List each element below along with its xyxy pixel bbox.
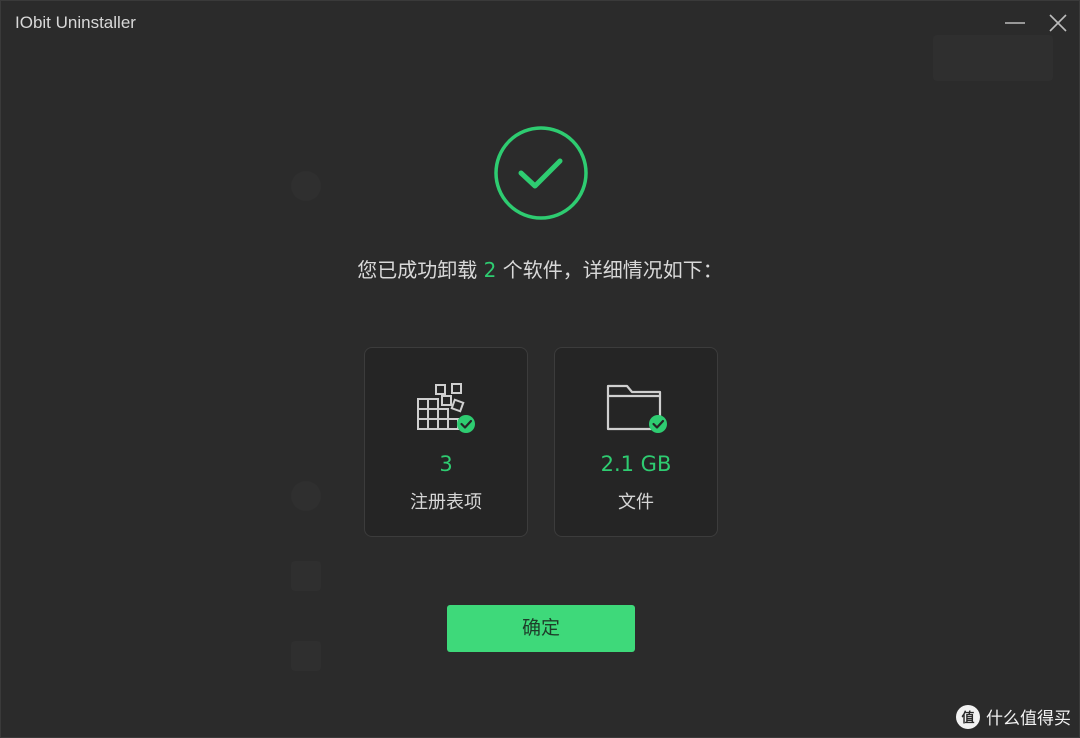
registry-label: 注册表项	[410, 492, 482, 513]
watermark: 值 什么值得买	[956, 704, 1071, 729]
background-panel	[291, 171, 321, 201]
message-prefix: 您已成功卸载	[357, 258, 484, 282]
registry-icon	[415, 382, 477, 438]
watermark-logo-icon: 值	[956, 704, 980, 729]
minimize-button[interactable]	[1001, 9, 1029, 37]
result-message: 您已成功卸载 2 个软件，详细情况如下：	[1, 254, 1079, 283]
folder-icon	[605, 382, 667, 438]
minimize-icon	[1005, 22, 1025, 24]
background-panel	[291, 481, 321, 511]
registry-card[interactable]: 3 注册表项	[364, 347, 528, 537]
registry-count: 3	[439, 452, 453, 476]
close-icon	[1049, 14, 1067, 32]
close-button[interactable]	[1044, 9, 1072, 37]
uninstalled-count: 2	[483, 258, 497, 282]
files-card[interactable]: 2.1 GB 文件	[554, 347, 718, 537]
files-size: 2.1 GB	[600, 452, 672, 476]
app-title: IObit Uninstaller	[15, 13, 136, 32]
background-panel	[291, 561, 321, 591]
files-label: 文件	[618, 492, 654, 513]
background-panel	[291, 641, 321, 671]
uninstall-complete-dialog: IObit Uninstaller 您已成功卸载 2 个软件，详细情况如下： 3…	[0, 0, 1080, 738]
confirm-button[interactable]: 确定	[447, 605, 635, 652]
success-check-icon	[493, 125, 589, 225]
title-bar: IObit Uninstaller	[1, 1, 1079, 45]
message-suffix: 个软件，详细情况如下：	[496, 258, 723, 282]
watermark-text: 什么值得买	[986, 709, 1071, 729]
